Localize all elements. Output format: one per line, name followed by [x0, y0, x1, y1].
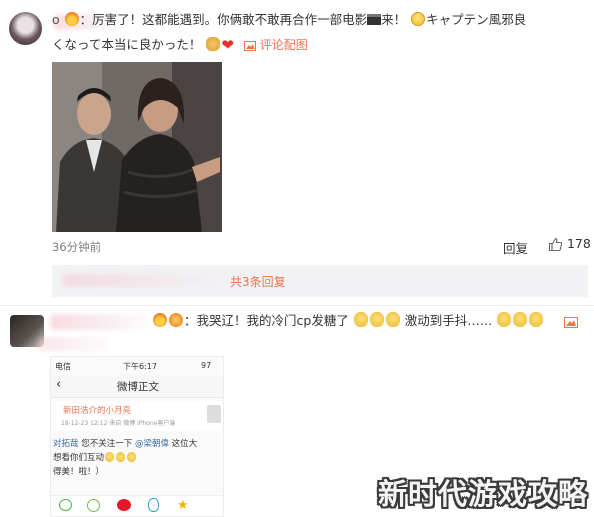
status-clock: 下午6:17 [123, 362, 157, 371]
fire-emoji-icon [169, 313, 183, 327]
comment-pic-icon[interactable] [564, 317, 578, 328]
fire-emoji-icon [64, 12, 79, 26]
like-count: 178 [566, 236, 591, 251]
phone-author-avatar [207, 405, 221, 423]
back-icon: ‹ [56, 377, 62, 392]
commenter-name-tail: o [52, 12, 60, 27]
heart-emoji-icon: ❤ [221, 36, 234, 54]
divider [0, 305, 594, 306]
like-button[interactable]: 178 [548, 236, 591, 252]
commenter2-subline-blurred [38, 337, 112, 351]
crying-emoji-icon [497, 312, 512, 327]
phone-post-body: 对拓哉 您不关注一下 @梁朝偉 这位大 想看你们互动 得美！啦！） [53, 439, 198, 477]
comment2-text: ：我哭辽！我的冷门cp发糖了 激动到手抖…… [152, 312, 544, 330]
carrier-label: 电信 [55, 362, 71, 371]
comment-photo[interactable] [52, 62, 222, 232]
crying-emoji-icon [127, 452, 137, 462]
site-watermark: 新时代游戏攻略 [378, 477, 589, 511]
embedded-screenshot[interactable]: 电信 下午6:17 97 ‹ 微博正文 新田浩介的小月亮 18-12-23 12… [50, 356, 224, 517]
grin-emoji-icon [411, 12, 426, 26]
crying-emoji-icon [105, 452, 115, 462]
wechat-icon [59, 499, 72, 511]
crying-emoji-icon [385, 312, 400, 327]
replies-thread-bar[interactable]: 共3条回复 [52, 265, 588, 297]
weibo-icon [117, 499, 131, 511]
comment-text: o ：厉害了！这都能遇到。你俩敢不敢再合作一部电影 来！ キャプテン風邪良 [52, 12, 527, 27]
phone-share-row: ★ [51, 495, 223, 516]
commenter2-name-blurred[interactable] [50, 314, 150, 330]
clapperboard-emoji-icon [367, 14, 382, 25]
comment-text-line2: くなって本当に良かった！ ❤ 评论配图 [52, 36, 308, 54]
phone-nav-bar: ‹ 微博正文 [51, 375, 223, 398]
reply-button[interactable]: 回复 [503, 238, 528, 257]
comment-time: 36分钟前 [52, 240, 102, 254]
phone-post-author-bar: 新田浩介的小月亮 18-12-23 12:12 来自 微博 iPhone客户端 [51, 401, 223, 431]
picture-icon [243, 40, 256, 51]
crying-emoji-icon [513, 312, 528, 327]
moments-icon [87, 499, 100, 512]
phone-status-bar: 电信 下午6:17 97 [51, 357, 223, 375]
photo-content [52, 62, 222, 232]
phone-post-time: 18-12-23 12:12 来自 微博 iPhone客户端 [61, 420, 176, 427]
qq-icon [148, 498, 159, 512]
reply-author-blurred [62, 274, 232, 287]
battery-level: 97 [201, 361, 212, 370]
fire-emoji-icon [153, 313, 167, 327]
phone-post-author: 新田浩介的小月亮 [63, 406, 132, 416]
crying-emoji-icon [369, 312, 384, 327]
commenter-avatar[interactable] [9, 12, 42, 45]
view-comment-pic-link[interactable]: 评论配图 [243, 38, 308, 52]
qzone-icon: ★ [177, 498, 189, 513]
crying-emoji-icon [529, 312, 544, 327]
crying-emoji-icon [116, 452, 126, 462]
phone-page-title: 微博正文 [117, 381, 159, 393]
crying-emoji-icon [353, 312, 368, 327]
thumbs-up-icon [548, 237, 563, 252]
clap-emoji-icon [206, 37, 221, 51]
view-replies-link[interactable]: 共3条回复 [230, 273, 286, 290]
